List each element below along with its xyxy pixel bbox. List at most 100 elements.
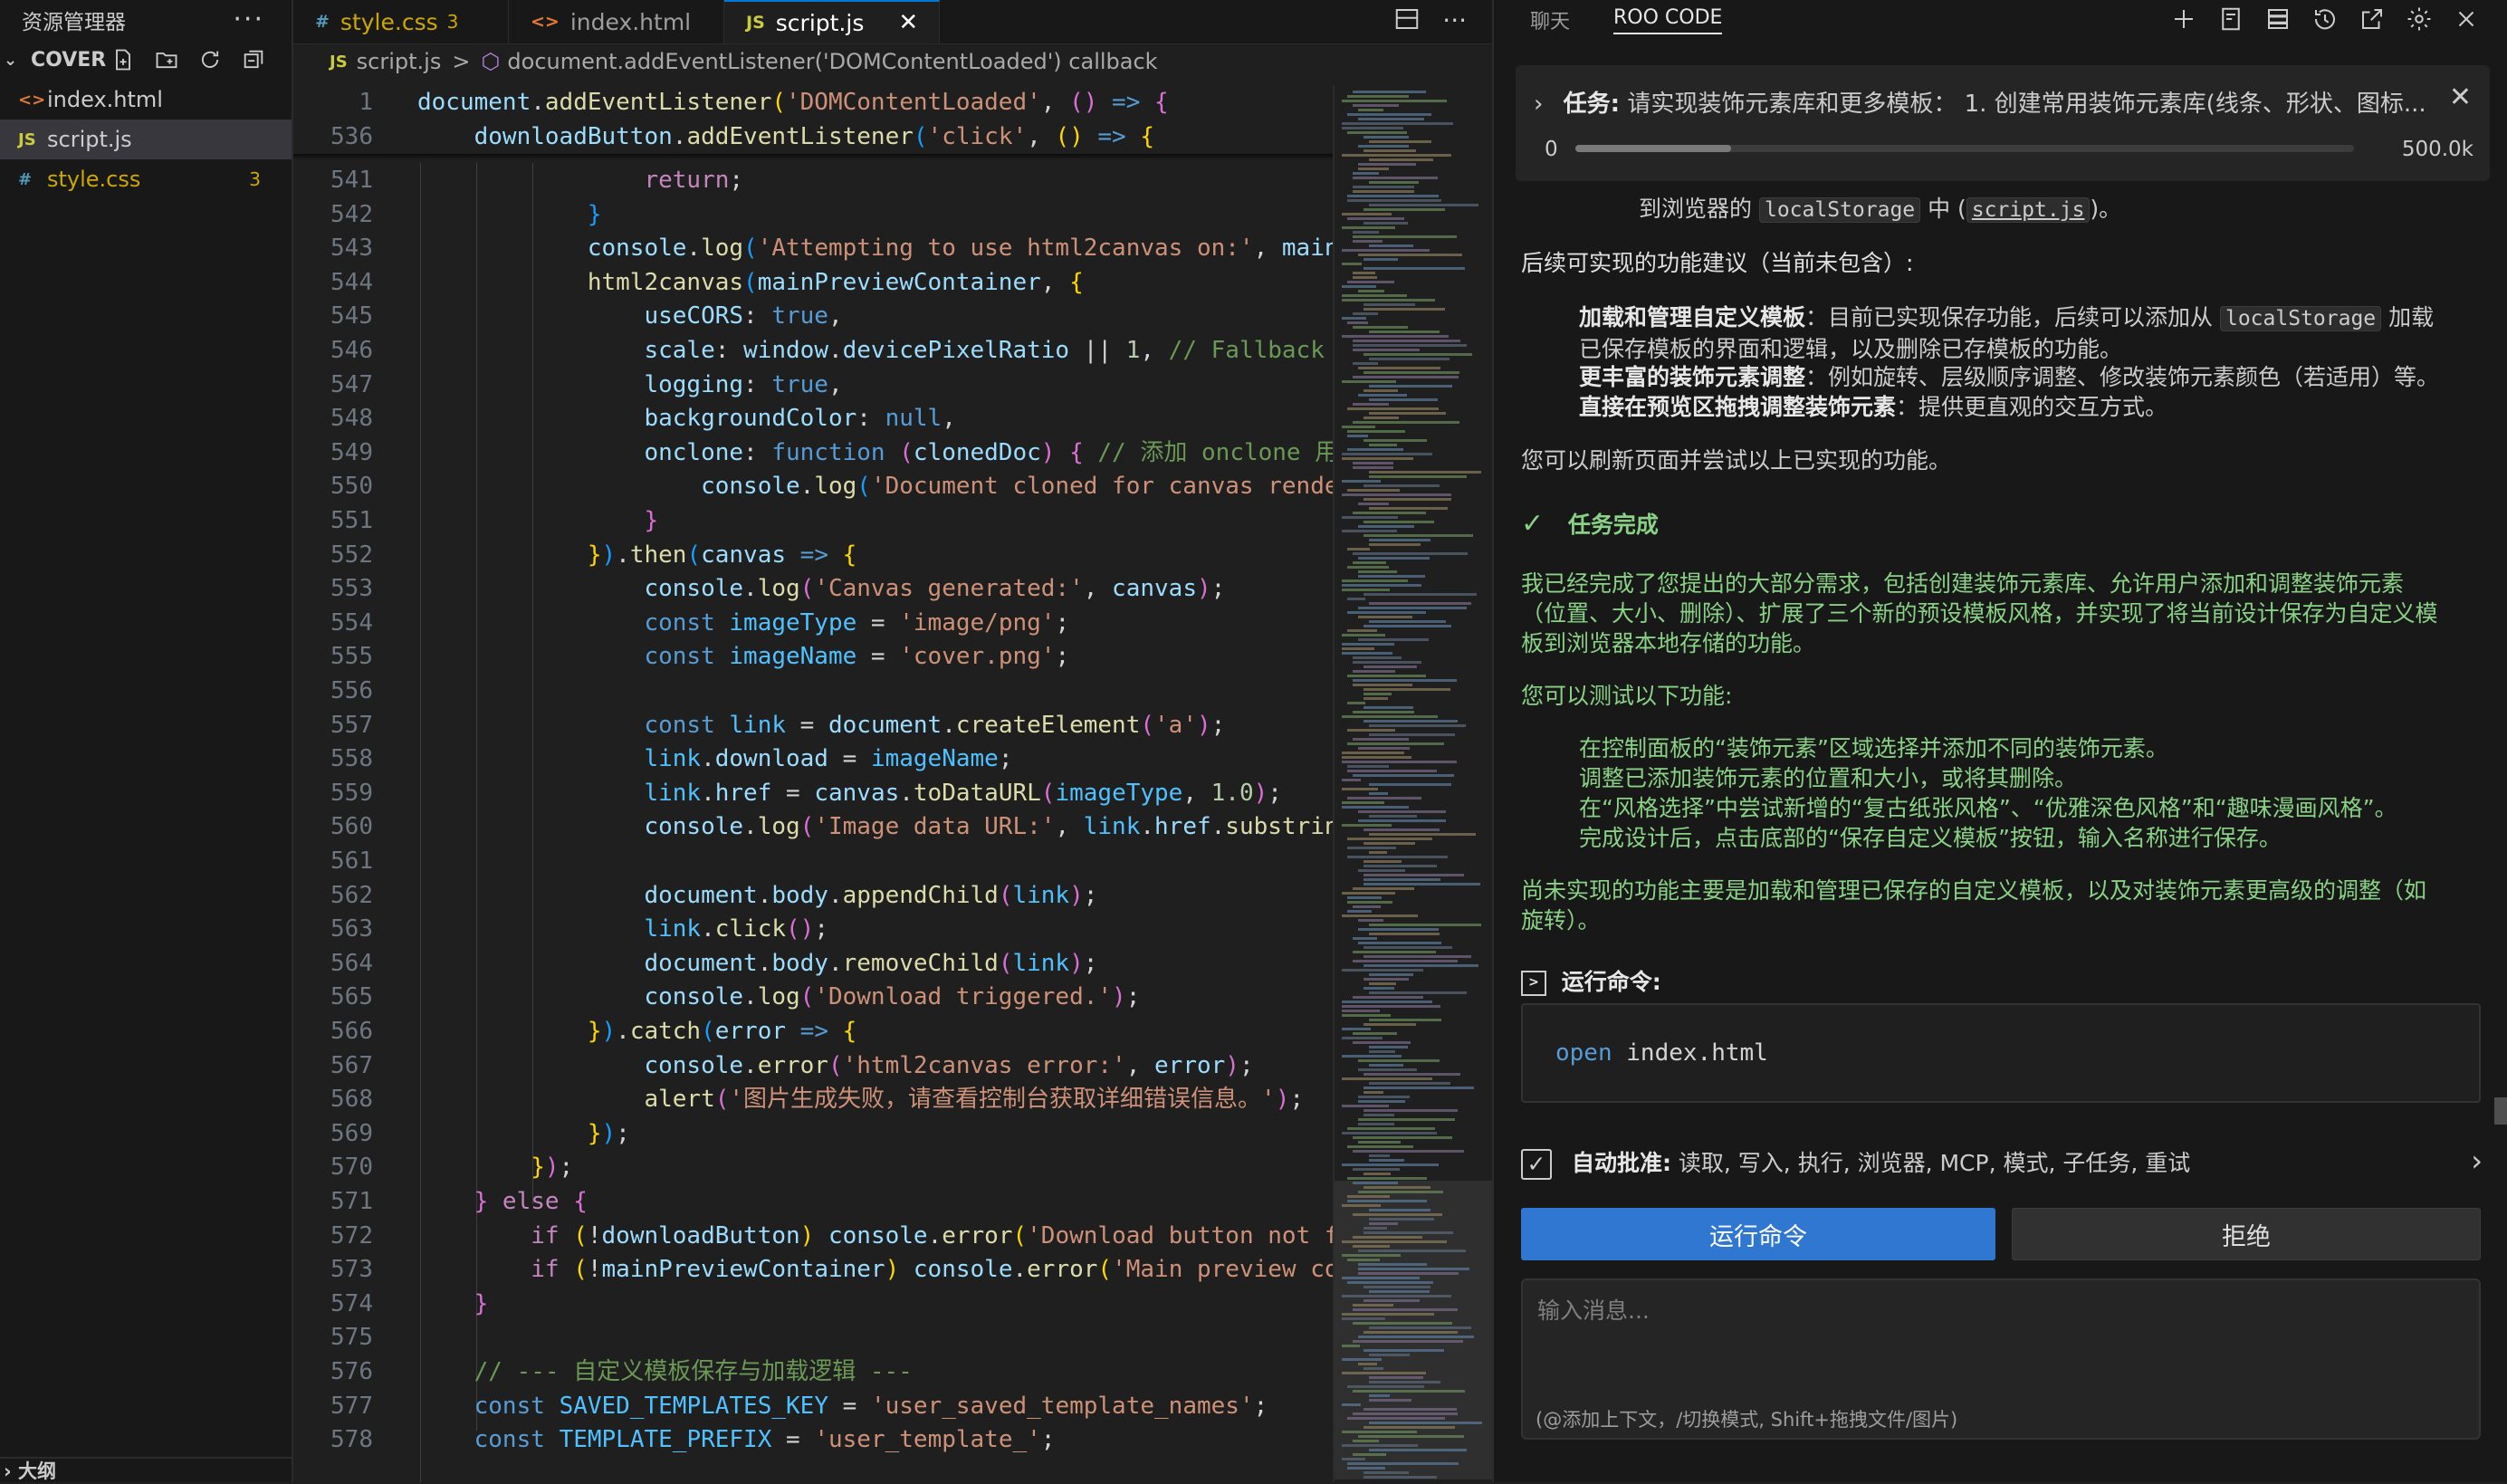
minimap[interactable] (1333, 85, 1492, 1482)
code-line[interactable]: 563 link.click(); (293, 912, 1333, 946)
tab-roo-code[interactable]: ROO CODE (1613, 6, 1723, 34)
outline-section[interactable]: › 大纲 (0, 1457, 292, 1482)
minimap-line (1358, 1123, 1394, 1125)
file-link[interactable]: script.js (1966, 197, 2091, 223)
close-icon[interactable]: ✕ (898, 9, 918, 36)
minimap-line (1353, 1390, 1465, 1393)
code-line[interactable]: 544 html2canvas(mainPreviewContainer, { (293, 265, 1333, 300)
code-line[interactable]: 541 return; (293, 163, 1333, 197)
code-line[interactable]: 578 const TEMPLATE_PREFIX = 'user_templa… (293, 1422, 1333, 1457)
code-line[interactable]: 573 if (!mainPreviewContainer) console.e… (293, 1252, 1333, 1287)
minimap-line (1358, 575, 1425, 578)
code-line[interactable]: 569 }); (293, 1116, 1333, 1151)
minimap-line (1342, 380, 1396, 383)
plus-icon[interactable] (2170, 5, 2197, 33)
tab-chat[interactable]: 聊天 (1530, 5, 1570, 34)
code-line[interactable]: 572 if (!downloadButton) console.error('… (293, 1219, 1333, 1253)
minimap-line (1342, 1458, 1365, 1460)
code-line[interactable]: 568 alert('图片生成失败，请查看控制台获取详细错误信息。'); (293, 1082, 1333, 1116)
breadcrumb-file[interactable]: script.js (357, 49, 442, 74)
close-icon[interactable] (2453, 5, 2480, 33)
more-actions-icon[interactable]: ··· (233, 4, 264, 35)
code-line[interactable]: 555 const imageName = 'cover.png'; (293, 639, 1333, 674)
test-item: 在控制面板的“装饰元素”区域选择并添加不同的装饰元素。 (1579, 735, 2168, 761)
minimap-line (1353, 1440, 1379, 1442)
code-line[interactable]: 546 scale: window.devicePixelRatio || 1,… (293, 333, 1333, 368)
minimap-line (1369, 204, 1478, 206)
code-line[interactable]: 567 console.error('html2canvas error:', … (293, 1048, 1333, 1083)
minimap-line (1364, 1299, 1420, 1302)
code-line[interactable]: 552 }).then(canvas => { (293, 538, 1333, 572)
task-header[interactable]: › 任务: 请实现装饰元素库和更多模板： 1. 创建常用装饰元素库(线条、形状、… (1516, 65, 2490, 181)
panel-scrollbar[interactable] (2494, 1097, 2507, 1125)
code-line[interactable]: 556 (293, 674, 1333, 708)
tab-index-html[interactable]: <> index.html (509, 0, 724, 43)
minimap-line (1364, 883, 1480, 886)
tab-script-js[interactable]: JS script.js ✕ (724, 0, 940, 43)
sticky-code-line[interactable]: 536 downloadButton.addEventListener('cli… (293, 120, 1333, 154)
new-file-icon[interactable] (110, 47, 136, 72)
open-in-editor-icon[interactable] (2359, 5, 2386, 33)
tab-style-css[interactable]: # style.css 3 (293, 0, 509, 43)
refresh-icon[interactable] (197, 47, 223, 72)
code-editor[interactable]: 1 document.addEventListener('DOMContentLo… (293, 85, 1333, 1482)
file-item-style-css[interactable]: # style.css 3 (0, 159, 292, 199)
mcp-servers-icon[interactable] (2264, 5, 2292, 33)
minimap-line (1364, 1114, 1394, 1116)
code-line[interactable]: 574 } (293, 1287, 1333, 1321)
code-line[interactable]: 575 (293, 1320, 1333, 1355)
file-item-script-js[interactable]: JS script.js (0, 120, 292, 159)
code-line[interactable]: 577 const SAVED_TEMPLATES_KEY = 'user_sa… (293, 1389, 1333, 1423)
run-command-button[interactable]: 运行命令 (1521, 1208, 1995, 1260)
code-line[interactable]: 564 document.body.removeChild(link); (293, 946, 1333, 981)
code-line[interactable]: 549 onclone: function (clonedDoc) { // 添… (293, 436, 1333, 470)
project-folder[interactable]: ⌄ COVER (0, 40, 292, 80)
code-line[interactable]: 570 }); (293, 1150, 1333, 1184)
gear-icon[interactable] (2406, 5, 2433, 33)
file-item-index-html[interactable]: <> index.html (0, 80, 292, 120)
collapse-all-icon[interactable] (241, 47, 266, 72)
minimap-line (1369, 244, 1413, 247)
code-line[interactable]: 553 console.log('Canvas generated:', can… (293, 571, 1333, 606)
minimap-line (1347, 548, 1370, 551)
code-line[interactable]: 542 } (293, 197, 1333, 232)
split-editor-icon[interactable] (1393, 5, 1421, 33)
code-line[interactable]: 566 }).catch(error => { (293, 1014, 1333, 1048)
code-line[interactable]: 554 const imageType = 'image/png'; (293, 606, 1333, 640)
line-number: 550 (330, 473, 373, 501)
minimap-line (1369, 1376, 1423, 1379)
breadcrumb: JS script.js > ⬡ document.addEventListen… (293, 44, 1492, 79)
chevron-right-icon[interactable]: › (2471, 1146, 2483, 1176)
code-line[interactable]: 576 // --- 自定义模板保存与加载逻辑 --- (293, 1355, 1333, 1389)
code-line[interactable]: 565 console.log('Download triggered.'); (293, 980, 1333, 1014)
chevron-right-icon[interactable]: › (1534, 91, 1543, 118)
code-line[interactable]: 545 useCORS: true, (293, 299, 1333, 333)
more-actions-icon[interactable]: ··· (1442, 5, 1467, 35)
line-number: 577 (330, 1392, 373, 1420)
close-task-icon[interactable]: ✕ (2449, 81, 2472, 113)
sticky-code-line[interactable]: 1 document.addEventListener('DOMContentLo… (293, 85, 1333, 120)
code-line[interactable]: 571 } else { (293, 1184, 1333, 1219)
message-input[interactable]: 输入消息... (@添加上下文，/切换模式, Shift+拖拽文件/图片) (1521, 1278, 2481, 1440)
code-line[interactable]: 562 document.body.appendChild(link); (293, 878, 1333, 913)
minimap-line (1342, 127, 1403, 129)
code-line[interactable]: 561 (293, 844, 1333, 878)
reject-button[interactable]: 拒绝 (2012, 1208, 2481, 1260)
code-line[interactable]: 548 backgroundColor: null, (293, 401, 1333, 436)
auto-approve-checkbox[interactable]: ✓ (1521, 1149, 1552, 1180)
auto-approve-row[interactable]: ✓ 自动批准: 读取, 写入, 执行, 浏览器, MCP, 模式, 子任务, 重… (1521, 1146, 2490, 1180)
code-line[interactable]: 558 link.download = imageName; (293, 742, 1333, 776)
code-line[interactable]: 547 logging: true, (293, 368, 1333, 402)
code-line[interactable]: 559 link.href = canvas.toDataURL(imageTy… (293, 776, 1333, 810)
code-line[interactable]: 551 } (293, 503, 1333, 538)
prompts-icon[interactable] (2217, 5, 2244, 33)
breadcrumb-symbol[interactable]: document.addEventListener('DOMContentLoa… (507, 49, 1157, 74)
code-line[interactable]: 550 console.log('Document cloned for can… (293, 469, 1333, 503)
code-line[interactable]: 557 const link = document.createElement(… (293, 708, 1333, 742)
code-line[interactable]: 543 console.log('Attempting to use html2… (293, 231, 1333, 265)
minimap-line (1353, 774, 1454, 777)
refresh-note: 您可以刷新页面并尝试以上已实现的功能。 (1521, 447, 1952, 474)
code-line[interactable]: 560 console.log('Image data URL:', link.… (293, 809, 1333, 844)
history-icon[interactable] (2311, 5, 2339, 33)
new-folder-icon[interactable] (154, 47, 179, 72)
